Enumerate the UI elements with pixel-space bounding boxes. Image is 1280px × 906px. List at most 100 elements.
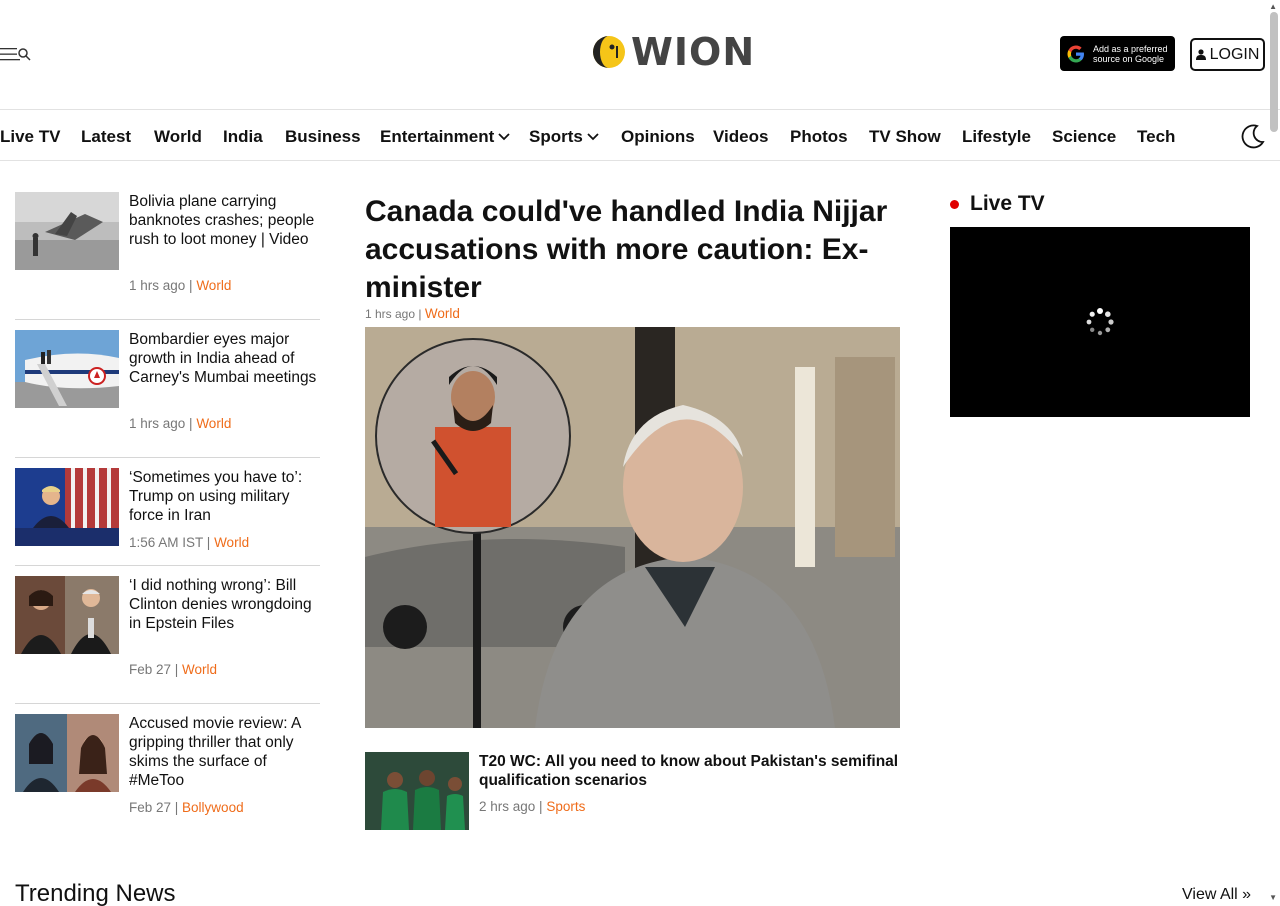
nav-item-india[interactable]: India xyxy=(223,127,263,147)
story-time: 2 hrs ago xyxy=(479,799,536,814)
view-all-link[interactable]: View All » xyxy=(1182,886,1251,904)
nav-label: Opinions xyxy=(621,127,695,146)
site-logo[interactable]: WION xyxy=(591,30,756,74)
main-story-image[interactable] xyxy=(365,327,900,728)
wion-logo-mark-icon xyxy=(593,36,625,68)
nav-label: World xyxy=(154,127,202,146)
live-tv-player[interactable] xyxy=(950,227,1250,417)
story-time: Feb 27 xyxy=(129,800,172,815)
story-thumbnail-plane-crash[interactable] xyxy=(15,192,119,270)
list-item: Accused movie review: A gripping thrille… xyxy=(15,714,320,842)
nav-label: Latest xyxy=(81,127,132,146)
movie-still-image xyxy=(15,714,119,792)
story-time: 1 hrs ago xyxy=(365,307,416,321)
loading-spinner-icon xyxy=(1086,308,1114,336)
story-category-link[interactable]: World xyxy=(425,306,460,321)
story-title[interactable]: Accused movie review: A gripping thrille… xyxy=(129,714,320,790)
google-preferred-source-button[interactable]: Add as a preferred source on Google xyxy=(1060,36,1175,71)
nav-item-tech[interactable]: Tech xyxy=(1137,127,1175,147)
dark-mode-toggle[interactable] xyxy=(1240,123,1266,154)
live-tv-title: Live TV xyxy=(970,192,1045,215)
sub-story-item: T20 WC: All you need to know about Pakis… xyxy=(365,752,900,830)
nav-item-live-tv[interactable]: Live TV xyxy=(0,127,60,147)
story-meta: 1:56 AM IST | World xyxy=(129,535,250,550)
user-icon xyxy=(1195,49,1206,60)
nav-item-videos[interactable]: Videos xyxy=(713,127,768,147)
nav-item-business[interactable]: Business xyxy=(285,127,361,147)
chevron-down-icon xyxy=(587,133,599,141)
nav-label: Entertainment xyxy=(380,127,495,146)
left-story-list: Bolivia plane carrying banknotes crashes… xyxy=(15,192,320,842)
main-story-meta: 1 hrs ago | World xyxy=(365,306,460,321)
story-category-link[interactable]: World xyxy=(196,278,231,293)
nav-item-sports[interactable]: Sports xyxy=(529,127,599,147)
story-category-link[interactable]: Sports xyxy=(546,799,585,814)
nav-label: India xyxy=(223,127,263,146)
nav-item-science[interactable]: Science xyxy=(1052,127,1116,147)
story-thumbnail-accused-movie[interactable] xyxy=(15,714,119,792)
google-badge-text: Add as a preferred source on Google xyxy=(1093,44,1168,64)
story-thumbnail-trump[interactable] xyxy=(15,468,119,546)
nav-item-opinions[interactable]: Opinions xyxy=(621,127,695,147)
story-thumbnail-pakistan-cricket[interactable] xyxy=(365,752,469,830)
nav-item-lifestyle[interactable]: Lifestyle xyxy=(962,127,1031,147)
story-category-link[interactable]: World xyxy=(182,662,217,677)
logo-wordmark: WION xyxy=(631,30,756,74)
plane-crash-image xyxy=(15,192,119,270)
story-title[interactable]: Bolivia plane carrying banknotes crashes… xyxy=(129,192,320,249)
story-time: 1 hrs ago xyxy=(129,278,186,293)
nav-item-entertainment[interactable]: Entertainment xyxy=(380,127,510,147)
google-g-icon xyxy=(1067,45,1084,62)
google-badge-line2: source on Google xyxy=(1093,53,1165,64)
story-time: 1:56 AM IST xyxy=(129,535,204,550)
scroll-up-arrow-icon[interactable]: ▲ xyxy=(1269,2,1277,11)
site-header: WION Add as a preferred source on Google… xyxy=(0,0,1280,110)
story-time: 1 hrs ago xyxy=(129,416,186,431)
story-category-link[interactable]: World xyxy=(214,535,249,550)
ex-minister-photo xyxy=(365,327,900,728)
nav-label: Live TV xyxy=(0,127,61,146)
live-tv-heading: Live TV xyxy=(950,192,1045,216)
nav-item-tv-show[interactable]: TV Show xyxy=(869,127,941,147)
main-navigation: Live TV Latest World India Business Ente… xyxy=(0,111,1280,161)
live-indicator-icon xyxy=(950,199,959,209)
moon-icon xyxy=(1241,124,1265,149)
main-headline[interactable]: Canada could've handled India Nijjar acc… xyxy=(365,193,905,307)
story-thumbnail-clinton[interactable] xyxy=(15,576,119,654)
story-title[interactable]: T20 WC: All you need to know about Pakis… xyxy=(479,752,899,790)
story-time: Feb 27 xyxy=(129,662,172,677)
story-thumbnail-bombardier[interactable] xyxy=(15,330,119,408)
nav-item-world[interactable]: World xyxy=(154,127,202,147)
nav-item-photos[interactable]: Photos xyxy=(790,127,848,147)
nav-label: Tech xyxy=(1137,127,1176,146)
nav-item-latest[interactable]: Latest xyxy=(81,127,131,147)
story-title[interactable]: ‘Sometimes you have to’: Trump on using … xyxy=(129,468,320,525)
nav-label: Sports xyxy=(529,127,583,146)
trump-podium-image xyxy=(15,468,119,546)
nav-label: Business xyxy=(285,127,361,146)
search-icon xyxy=(18,48,31,61)
scroll-down-arrow-icon[interactable]: ▼ xyxy=(1269,893,1277,902)
story-category-link[interactable]: World xyxy=(196,416,231,431)
list-item: Bolivia plane carrying banknotes crashes… xyxy=(15,192,320,320)
nav-label: Videos xyxy=(713,127,769,146)
list-item: Bombardier eyes major growth in India ah… xyxy=(15,330,320,458)
nav-label: Photos xyxy=(790,127,848,146)
story-category-link[interactable]: Bollywood xyxy=(182,800,244,815)
nav-label: TV Show xyxy=(869,127,941,146)
story-meta: Feb 27 | World xyxy=(129,662,218,677)
aircraft-stairs-image xyxy=(15,330,119,408)
story-title[interactable]: Bombardier eyes major growth in India ah… xyxy=(129,330,320,387)
nav-label: Lifestyle xyxy=(962,127,1031,146)
clinton-image xyxy=(15,576,119,654)
list-item: ‘I did nothing wrong’: Bill Clinton deni… xyxy=(15,576,320,704)
story-meta: Feb 27 | Bollywood xyxy=(129,800,244,815)
nav-label: Science xyxy=(1052,127,1117,146)
login-button[interactable]: LOGIN xyxy=(1190,38,1265,71)
login-label: LOGIN xyxy=(1209,45,1260,63)
list-item: ‘Sometimes you have to’: Trump on using … xyxy=(15,468,320,566)
story-meta: 2 hrs ago | Sports xyxy=(479,799,586,814)
pakistan-team-image xyxy=(365,752,469,830)
menu-search-button[interactable] xyxy=(0,44,34,64)
story-title[interactable]: ‘I did nothing wrong’: Bill Clinton deni… xyxy=(129,576,320,633)
